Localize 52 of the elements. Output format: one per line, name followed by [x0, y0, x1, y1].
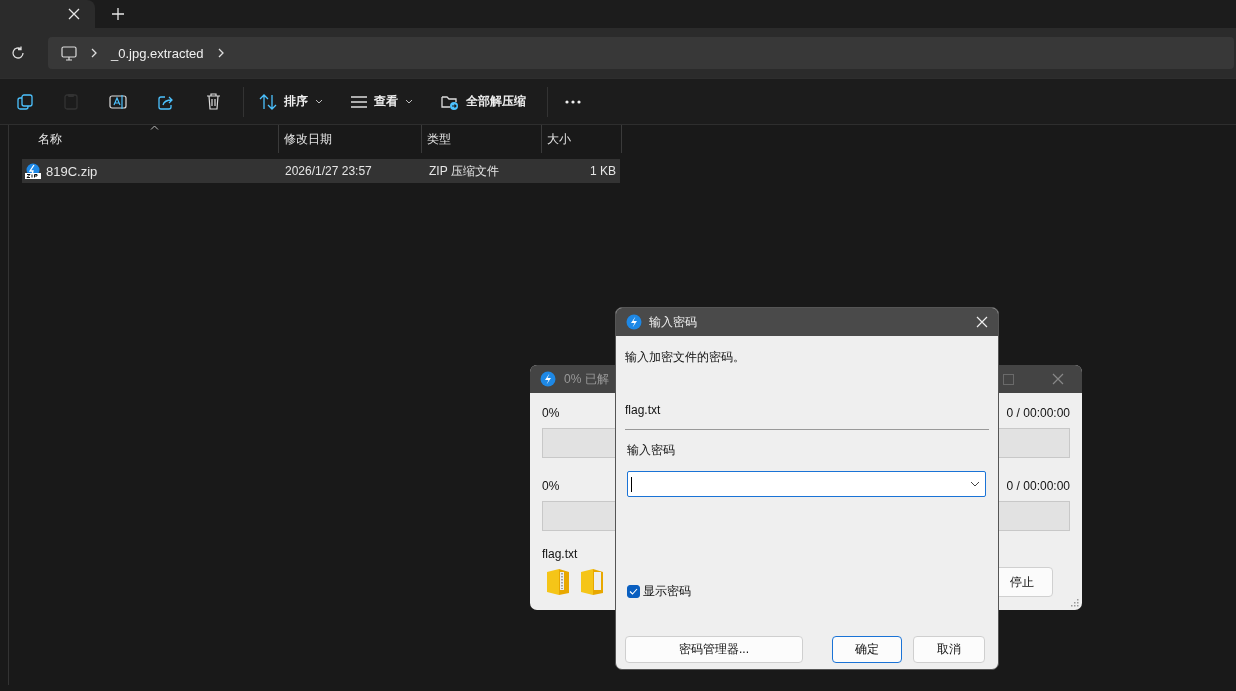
time-label: 0 / 00:00:00: [1006, 479, 1070, 495]
chevron-icon[interactable]: [217, 48, 224, 58]
zip-file-icon: [25, 163, 41, 179]
view-button[interactable]: 查看: [340, 85, 424, 118]
list-icon: [351, 95, 367, 108]
share-icon: [158, 93, 175, 110]
dialog-button[interactable]: 密码管理器...: [625, 636, 803, 663]
refresh-icon[interactable]: [11, 46, 25, 60]
new-tab-icon[interactable]: [112, 8, 124, 20]
dialog-title: 输入密码: [649, 313, 697, 331]
time-label: 0 / 00:00:00: [1006, 406, 1070, 422]
zip-folder-icon: [545, 568, 571, 596]
percent-label: 0%: [542, 479, 560, 495]
file-label: flag.txt: [542, 547, 579, 561]
dialog-button[interactable]: 取消: [913, 636, 985, 663]
prompt-text: 输入加密文件的密码。: [625, 349, 746, 366]
sort-button[interactable]: 排序: [248, 85, 334, 118]
checkbox[interactable]: [627, 585, 640, 598]
caret-icon: [315, 99, 323, 104]
extract-button[interactable]: 全部解压缩: [430, 85, 537, 118]
caret-icon: [405, 99, 413, 104]
computer-icon: [61, 45, 77, 61]
dialog-button[interactable]: 确定: [832, 636, 902, 663]
dropdown-icon: [970, 481, 980, 487]
trash-icon: [206, 93, 221, 110]
checkbox-label[interactable]: 显示密码: [643, 583, 691, 600]
copy-icon: [17, 93, 33, 110]
type-cell-text: ZIP 压缩文件: [428, 162, 500, 180]
folder-icon: [441, 93, 459, 110]
size-cell-text: 1 KB: [589, 164, 617, 178]
resize-grip-icon[interactable]: [1071, 599, 1079, 607]
percent-label: 0%: [542, 406, 560, 422]
sort-icon: [259, 93, 277, 110]
address-bar[interactable]: _0.jpg.extracted: [48, 37, 1234, 69]
breadcrumb[interactable]: _0.jpg.extracted: [111, 45, 204, 61]
folder-icon: [579, 568, 605, 596]
chevron-icon[interactable]: [91, 48, 97, 58]
date-cell-text: 2026/1/27 23:57: [284, 164, 373, 178]
column-header[interactable]: 修改日期: [278, 125, 423, 153]
field-label: 输入密码: [627, 442, 676, 459]
file-label: flag.txt: [625, 403, 662, 417]
file-row[interactable]: 819C.zip 2026/1/27 23:57 ZIP 压缩文件 1 KB: [22, 159, 620, 183]
app-logo-icon: [540, 371, 556, 387]
column-header[interactable]: 大小: [542, 125, 622, 153]
file-name: 819C.zip: [46, 163, 98, 179]
column-header[interactable]: 名称: [22, 125, 279, 153]
window-title: 0% 已解: [564, 370, 609, 388]
password-field[interactable]: [627, 471, 986, 497]
app-logo-icon: [626, 314, 642, 330]
column-header[interactable]: 类型: [422, 125, 543, 153]
rename-icon: [109, 93, 127, 110]
more-icon: [565, 99, 581, 104]
